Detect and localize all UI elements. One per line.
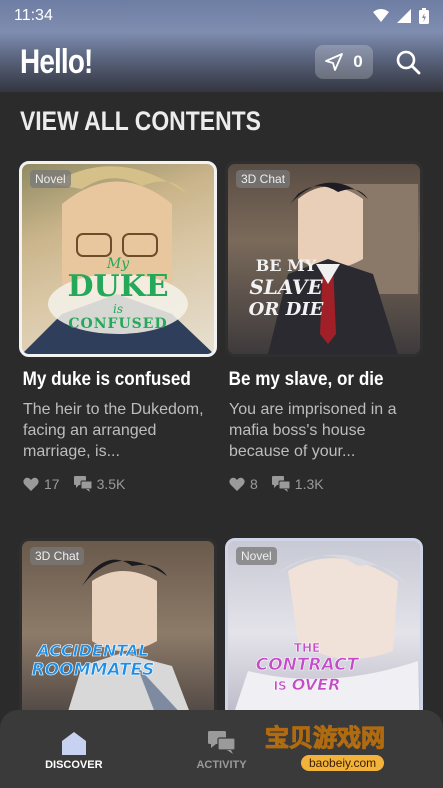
likes-count: 17 (44, 476, 60, 492)
heart-icon (229, 477, 245, 491)
card-thumbnail[interactable]: 3D Chat ACCIDENTAL ROOMMATES (19, 538, 217, 728)
send-icon (325, 53, 344, 71)
card-thumbnail[interactable]: Novel THE CONTRACT IS OVER (225, 538, 423, 728)
comments-count: 1.3K (294, 476, 324, 492)
send-counter-button[interactable]: 0 (315, 45, 373, 79)
card-tag: 3D Chat (236, 170, 291, 188)
card-tag: Novel (236, 547, 277, 565)
search-button[interactable] (393, 47, 423, 77)
card-stats: 8 1.3K (225, 476, 423, 492)
card-tag: Novel (30, 170, 71, 188)
comments-icon (73, 476, 92, 492)
card-art-title: BE MY SLAVE OR DIE (248, 256, 324, 320)
card-thumbnail[interactable]: 3D Chat BE MY SLAVE OR DIE (225, 161, 423, 357)
card-tag: 3D Chat (30, 547, 85, 565)
card-artwork (230, 554, 420, 725)
home-icon (61, 732, 86, 755)
content-card[interactable]: Novel THE CONTRACT IS OVER (225, 538, 423, 728)
nav-discover[interactable]: DISCOVER (0, 710, 148, 788)
search-icon (396, 50, 421, 75)
watermark-text: 宝贝游戏网 (265, 724, 386, 753)
card-description: The heir to the Dukedom, facing an arran… (23, 401, 204, 460)
card-title: Be my slave, or die (228, 369, 384, 390)
status-time: 11:34 (14, 7, 53, 24)
greeting-title: Hello! (20, 42, 93, 81)
card-art-title: THE CONTRACT IS OVER (255, 641, 359, 695)
comments-stat: 3.5K (73, 476, 126, 492)
battery-icon (419, 8, 429, 24)
likes-stat: 17 (23, 476, 60, 492)
app-header: Hello! 0 (0, 32, 443, 92)
watermark-url: baobeiy.com (301, 755, 385, 771)
watermark-logo: 宝贝游戏网 baobeiy.com (265, 718, 415, 780)
content-card[interactable]: 3D Chat ACCIDENTAL ROOMMATES (19, 538, 217, 728)
comments-stat: 1.3K (271, 476, 324, 492)
content-card[interactable]: Novel My DUKE is CONFUSED My duke is con… (19, 161, 217, 492)
likes-count: 8 (250, 476, 258, 492)
card-thumbnail[interactable]: Novel My DUKE is CONFUSED (19, 161, 217, 357)
card-title: My duke is confused (22, 369, 191, 390)
wifi-icon (373, 9, 389, 22)
nav-label-discover: DISCOVER (45, 759, 103, 771)
content-area[interactable]: VIEW ALL CONTENTS Novel My DUKE is CONFU… (0, 92, 443, 788)
content-card[interactable]: 3D Chat BE MY SLAVE OR DIE Be my slave, … (225, 161, 423, 492)
comments-icon (271, 476, 290, 492)
card-artwork (63, 559, 195, 725)
signal-icon (397, 9, 411, 23)
status-icons (373, 8, 429, 24)
chat-icon (207, 731, 236, 754)
card-stats: 17 3.5K (19, 476, 217, 492)
card-description: You are imprisoned in a mafia boss's hou… (229, 401, 397, 460)
comments-count: 3.5K (96, 476, 126, 492)
section-title: VIEW ALL CONTENTS (20, 106, 261, 136)
card-art-title: My DUKE is CONFUSED (67, 256, 169, 332)
card-art-title: ACCIDENTAL ROOMMATES (31, 641, 155, 681)
nav-label-activity: ACTIVITY (196, 759, 247, 771)
likes-stat: 8 (229, 476, 258, 492)
send-counter-value: 0 (353, 52, 363, 71)
heart-icon (23, 477, 39, 491)
status-bar: 11:34 (0, 0, 443, 32)
